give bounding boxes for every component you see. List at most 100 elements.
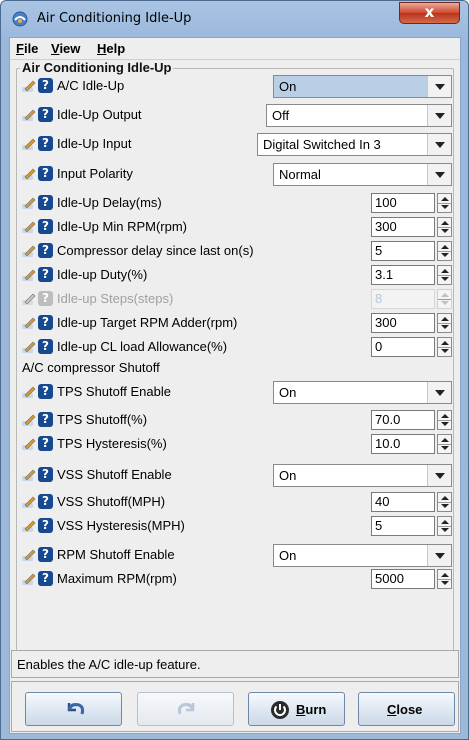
idle-up-target-rpm-adder-rpm-spinner[interactable]: 300 [371,313,452,333]
pencil-icon[interactable] [22,316,36,330]
spinner-buttons[interactable] [437,516,452,536]
help-icon[interactable]: ? [38,315,53,330]
spinner-input[interactable]: 300 [371,313,435,333]
idle-up-output-select[interactable]: Off [266,104,452,127]
spinner-buttons[interactable] [437,193,452,213]
spin-down-icon[interactable] [441,205,449,209]
pencil-icon[interactable] [22,292,36,306]
menu-view[interactable]: View [51,41,80,56]
pencil-icon[interactable] [22,413,36,427]
maximum-rpm-rpm-spinner[interactable]: 5000 [371,569,452,589]
spin-up-icon[interactable] [441,269,449,273]
vss-shutoff-mph-spinner[interactable]: 40 [371,492,452,512]
tps-shutoff-spinner[interactable]: 70.0 [371,410,452,430]
spinner-buttons[interactable] [437,492,452,512]
chevron-down-icon[interactable] [427,105,451,126]
rpm-shutoff-enable-select[interactable]: On [273,544,452,567]
a-c-idle-up-select[interactable]: On [273,75,452,98]
spin-up-icon[interactable] [441,293,449,297]
window-close-button[interactable]: x [399,2,460,24]
spin-down-icon[interactable] [441,301,449,305]
spinner-input[interactable]: 3.1 [371,265,435,285]
chevron-down-icon[interactable] [427,382,451,403]
spinner-buttons[interactable] [437,313,452,333]
spinner-input[interactable]: 5 [371,516,435,536]
idle-up-cl-load-allowance-spinner[interactable]: 0 [371,337,452,357]
spin-up-icon[interactable] [441,414,449,418]
vss-hysteresis-mph-spinner[interactable]: 5 [371,516,452,536]
burn-button[interactable]: Burn [248,692,345,726]
spinner-buttons[interactable] [437,410,452,430]
pencil-icon[interactable] [22,468,36,482]
spin-up-icon[interactable] [441,221,449,225]
help-icon[interactable]: ? [38,166,53,181]
idle-up-input-select[interactable]: Digital Switched In 3 [257,133,452,156]
help-icon[interactable]: ? [38,518,53,533]
input-polarity-select[interactable]: Normal [273,163,452,186]
help-icon[interactable]: ? [38,571,53,586]
tps-hysteresis-spinner[interactable]: 10.0 [371,434,452,454]
spin-up-icon[interactable] [441,520,449,524]
spin-down-icon[interactable] [441,349,449,353]
help-icon[interactable]: ? [38,436,53,451]
menu-help[interactable]: Help [97,41,125,56]
spinner-input[interactable]: 40 [371,492,435,512]
spin-up-icon[interactable] [441,438,449,442]
help-icon[interactable]: ? [38,107,53,122]
spin-down-icon[interactable] [441,446,449,450]
chevron-down-icon[interactable] [427,134,451,155]
spinner-buttons[interactable] [437,337,452,357]
chevron-down-icon[interactable] [427,164,451,185]
chevron-down-icon[interactable] [427,465,451,486]
pencil-icon[interactable] [22,220,36,234]
help-icon[interactable]: ? [38,494,53,509]
spinner-input[interactable]: 0 [371,337,435,357]
spin-down-icon[interactable] [441,528,449,532]
spinner-input[interactable]: 300 [371,217,435,237]
spin-down-icon[interactable] [441,504,449,508]
spin-up-icon[interactable] [441,197,449,201]
spinner-input[interactable]: 100 [371,193,435,213]
spin-down-icon[interactable] [441,422,449,426]
chevron-down-icon[interactable] [427,76,451,97]
spin-down-icon[interactable] [441,581,449,585]
pencil-icon[interactable] [22,519,36,533]
help-icon[interactable]: ? [38,291,53,306]
idle-up-steps-steps-spinner[interactable]: 8 [371,289,452,309]
tps-shutoff-enable-select[interactable]: On [273,381,452,404]
pencil-icon[interactable] [22,108,36,122]
compressor-delay-since-last-on-s-spinner[interactable]: 5 [371,241,452,261]
help-icon[interactable]: ? [38,467,53,482]
spinner-buttons[interactable] [437,434,452,454]
pencil-icon[interactable] [22,244,36,258]
pencil-icon[interactable] [22,548,36,562]
menu-file[interactable]: File [16,41,38,56]
redo-button[interactable] [137,692,234,726]
undo-button[interactable] [25,692,122,726]
help-icon[interactable]: ? [38,339,53,354]
help-icon[interactable]: ? [38,243,53,258]
help-icon[interactable]: ? [38,412,53,427]
pencil-icon[interactable] [22,196,36,210]
spinner-input[interactable]: 5000 [371,569,435,589]
chevron-down-icon[interactable] [427,545,451,566]
title-bar[interactable]: Air Conditioning Idle-Up x [1,1,468,37]
spin-up-icon[interactable] [441,496,449,500]
help-icon[interactable]: ? [38,195,53,210]
pencil-icon[interactable] [22,495,36,509]
help-icon[interactable]: ? [38,547,53,562]
pencil-icon[interactable] [22,340,36,354]
spin-down-icon[interactable] [441,229,449,233]
spinner-buttons[interactable] [437,265,452,285]
spinner-buttons[interactable] [437,569,452,589]
spin-down-icon[interactable] [441,325,449,329]
pencil-icon[interactable] [22,167,36,181]
pencil-icon[interactable] [22,437,36,451]
idle-up-delay-ms-spinner[interactable]: 100 [371,193,452,213]
spinner-buttons[interactable] [437,241,452,261]
help-icon[interactable]: ? [38,384,53,399]
pencil-icon[interactable] [22,385,36,399]
spinner-buttons[interactable] [437,217,452,237]
close-button[interactable]: Close [358,692,455,726]
help-icon[interactable]: ? [38,136,53,151]
